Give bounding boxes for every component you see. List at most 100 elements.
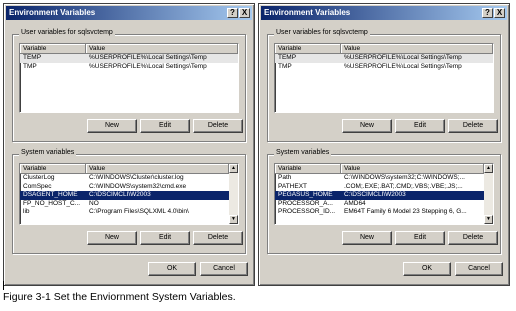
- title-bar: Environment Variables ? X: [261, 6, 507, 20]
- column-header-value[interactable]: Value: [86, 164, 229, 173]
- user-new-button[interactable]: New: [87, 119, 137, 133]
- user-edit-button[interactable]: Edit: [140, 119, 190, 133]
- scroll-up-icon[interactable]: ▲: [484, 164, 493, 173]
- list-item[interactable]: Path C:\WINDOWS\system32;C:\WINDOWS;...: [275, 174, 484, 183]
- list-header: Variable Value: [275, 44, 493, 54]
- variable-value: C:\Program Files\SQLXML 4.0\bin\: [89, 208, 189, 215]
- variable-value: %USERPROFILE%\Local Settings\Temp: [89, 62, 207, 70]
- variable-value: NO: [89, 199, 99, 207]
- system-new-button[interactable]: New: [342, 231, 392, 245]
- vertical-scrollbar[interactable]: ▲ ▼: [484, 164, 493, 224]
- list-item[interactable]: FP_NO_HOST_C... NO: [20, 200, 229, 209]
- variable-value: C:\WINDOWS\system32;C:\WINDOWS;...: [344, 174, 465, 181]
- help-button[interactable]: ?: [227, 8, 238, 18]
- list-item[interactable]: PROCESSOR_ID... EM64T Family 6 Model 23 …: [275, 208, 484, 217]
- user-delete-button[interactable]: Delete: [448, 119, 498, 133]
- variable-name: PEGASUS_HOME: [278, 191, 333, 198]
- scroll-up-icon[interactable]: ▲: [229, 164, 238, 173]
- user-edit-button[interactable]: Edit: [395, 119, 445, 133]
- list-item[interactable]: TEMP %USERPROFILE%\Local Settings\Temp: [20, 54, 238, 63]
- list-item[interactable]: PROCESSOR_A... AMD64: [275, 200, 484, 209]
- variable-name: ComSpec: [23, 182, 52, 190]
- variable-value: %USERPROFILE%\Local Settings\Temp: [344, 54, 462, 61]
- variable-value: C:\WINDOWS\Cluster\cluster.log: [89, 174, 184, 181]
- user-variables-label: User variables for sqlsvctemp: [19, 29, 115, 36]
- environment-variables-dialog-right: Environment Variables ? X User variables…: [258, 3, 510, 286]
- variable-value: .COM;.EXE;.BAT;.CMD;.VBS;.VBE;.JS;...: [344, 182, 463, 190]
- variable-name: PROCESSOR_A...: [278, 199, 333, 207]
- list-item[interactable]: TMP %USERPROFILE%\Local Settings\Temp: [20, 63, 238, 72]
- column-header-variable[interactable]: Variable: [275, 44, 341, 53]
- title-bar: Environment Variables ? X: [6, 6, 252, 20]
- column-header-value[interactable]: Value: [86, 44, 238, 53]
- column-header-variable[interactable]: Variable: [20, 164, 86, 173]
- variable-name: TEMP: [278, 54, 297, 61]
- variable-value: C:\DSCIMCLI\W2003: [344, 191, 406, 198]
- system-variables-label: System variables: [274, 149, 332, 156]
- user-variables-group: User variables for sqlsvctemp Variable V…: [12, 29, 246, 142]
- scroll-down-icon[interactable]: ▼: [484, 215, 493, 224]
- variable-name: TEMP: [23, 54, 42, 61]
- system-variables-label: System variables: [19, 149, 77, 156]
- user-delete-button[interactable]: Delete: [193, 119, 243, 133]
- user-variables-list[interactable]: Variable Value TEMP %USERPROFILE%\Local …: [274, 43, 494, 113]
- cancel-button[interactable]: Cancel: [200, 262, 248, 276]
- variable-value: C:\WINDOWS\system32\cmd.exe: [89, 182, 187, 190]
- list-item[interactable]: ComSpec C:\WINDOWS\system32\cmd.exe: [20, 183, 229, 192]
- column-header-value[interactable]: Value: [341, 164, 484, 173]
- list-header: Variable Value: [20, 44, 238, 54]
- column-header-value[interactable]: Value: [341, 44, 493, 53]
- variable-name: DSAGENT_HOME: [23, 191, 78, 198]
- user-variables-list[interactable]: Variable Value TEMP %USERPROFILE%\Local …: [19, 43, 239, 113]
- variable-name: TMP: [23, 62, 37, 70]
- user-variables-label: User variables for sqlsvctemp: [274, 29, 370, 36]
- column-header-variable[interactable]: Variable: [275, 164, 341, 173]
- variable-name: FP_NO_HOST_C...: [23, 199, 81, 207]
- help-button[interactable]: ?: [482, 8, 493, 18]
- dialog-title: Environment Variables: [9, 8, 96, 17]
- list-item[interactable]: TEMP %USERPROFILE%\Local Settings\Temp: [275, 54, 493, 63]
- list-item[interactable]: lib C:\Program Files\SQLXML 4.0\bin\: [20, 208, 229, 217]
- system-edit-button[interactable]: Edit: [395, 231, 445, 245]
- variable-name: TMP: [278, 62, 292, 70]
- variable-value: %USERPROFILE%\Local Settings\Temp: [89, 54, 207, 61]
- system-variables-group: System variables Variable Value ClusterL…: [12, 149, 246, 254]
- list-item[interactable]: PATHEXT .COM;.EXE;.BAT;.CMD;.VBS;.VBE;.J…: [275, 183, 484, 192]
- cancel-button[interactable]: Cancel: [455, 262, 503, 276]
- list-header: Variable Value: [275, 164, 484, 174]
- variable-name: Path: [278, 174, 292, 181]
- variable-value: AMD64: [344, 199, 366, 207]
- system-variables-group: System variables Variable Value Path C:\…: [267, 149, 501, 254]
- variable-value: EM64T Family 6 Model 23 Stepping 6, G...: [344, 208, 467, 215]
- list-item[interactable]: TMP %USERPROFILE%\Local Settings\Temp: [275, 63, 493, 72]
- variable-name: lib: [23, 208, 30, 215]
- variable-name: PROCESSOR_ID...: [278, 208, 336, 215]
- ok-button[interactable]: OK: [403, 262, 451, 276]
- user-new-button[interactable]: New: [342, 119, 392, 133]
- figure-caption: Figure 3-1 Set the Enviornment System Va…: [3, 291, 236, 303]
- user-variables-group: User variables for sqlsvctemp Variable V…: [267, 29, 501, 142]
- system-variables-list[interactable]: Variable Value ClusterLog C:\WINDOWS\Clu…: [19, 163, 239, 225]
- system-variables-list[interactable]: Variable Value Path C:\WINDOWS\system32;…: [274, 163, 494, 225]
- system-new-button[interactable]: New: [87, 231, 137, 245]
- vertical-scrollbar[interactable]: ▲ ▼: [229, 164, 238, 224]
- system-edit-button[interactable]: Edit: [140, 231, 190, 245]
- list-item[interactable]: ClusterLog C:\WINDOWS\Cluster\cluster.lo…: [20, 174, 229, 183]
- variable-value: C:\DSCIMCLI\W2003: [89, 191, 151, 198]
- text-cursor: [3, 281, 4, 290]
- ok-button[interactable]: OK: [148, 262, 196, 276]
- system-delete-button[interactable]: Delete: [193, 231, 243, 245]
- dialog-title: Environment Variables: [264, 8, 351, 17]
- environment-variables-dialog-left: Environment Variables ? X User variables…: [3, 3, 255, 286]
- close-button[interactable]: X: [494, 8, 505, 18]
- variable-value: %USERPROFILE%\Local Settings\Temp: [344, 62, 462, 70]
- variable-name: ClusterLog: [23, 174, 55, 181]
- variable-name: PATHEXT: [278, 182, 308, 190]
- system-delete-button[interactable]: Delete: [448, 231, 498, 245]
- list-item-selected[interactable]: DSAGENT_HOME C:\DSCIMCLI\W2003: [20, 191, 229, 200]
- list-header: Variable Value: [20, 164, 229, 174]
- scroll-down-icon[interactable]: ▼: [229, 215, 238, 224]
- list-item-selected[interactable]: PEGASUS_HOME C:\DSCIMCLI\W2003: [275, 191, 484, 200]
- close-button[interactable]: X: [239, 8, 250, 18]
- column-header-variable[interactable]: Variable: [20, 44, 86, 53]
